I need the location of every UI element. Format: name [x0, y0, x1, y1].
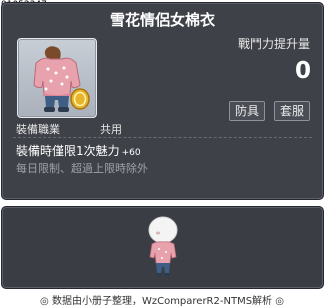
combat-power-label: 戰鬥力提升量 [237, 37, 310, 51]
job-value: 共用 [100, 123, 122, 136]
category-button-set[interactable]: 套服 [274, 101, 311, 121]
equip-effect: 裝備時僅限1次魅力 +60 [16, 142, 141, 159]
category-button-armor[interactable]: 防具 [229, 101, 266, 121]
item-icon-frame [17, 38, 97, 118]
divider [13, 137, 312, 139]
job-label: 裝備職業 [16, 123, 60, 136]
gold-coin-icon [70, 88, 90, 110]
item-title: 雪花情侶女棉衣 [109, 11, 215, 29]
avatar-preview [148, 216, 178, 276]
footer-credit: ◎ 数据由小册子整理，WzComparerR2-NTMS解析 ◎ [40, 296, 284, 307]
item-tooltip-panel: 雪花情侶女棉衣 戰鬥力提升量 0 防具 套服 裝備職業 共用 裝備時僅限1次魅力… [1, 2, 324, 200]
combat-power-value: 0 [294, 58, 311, 84]
equip-effect-bonus: +60 [121, 148, 141, 158]
avatar-preview-panel [1, 206, 324, 289]
limit-text: 每日限制、超過上限時除外 [16, 162, 148, 175]
equip-effect-text: 裝備時僅限1次魅力 [16, 144, 120, 158]
